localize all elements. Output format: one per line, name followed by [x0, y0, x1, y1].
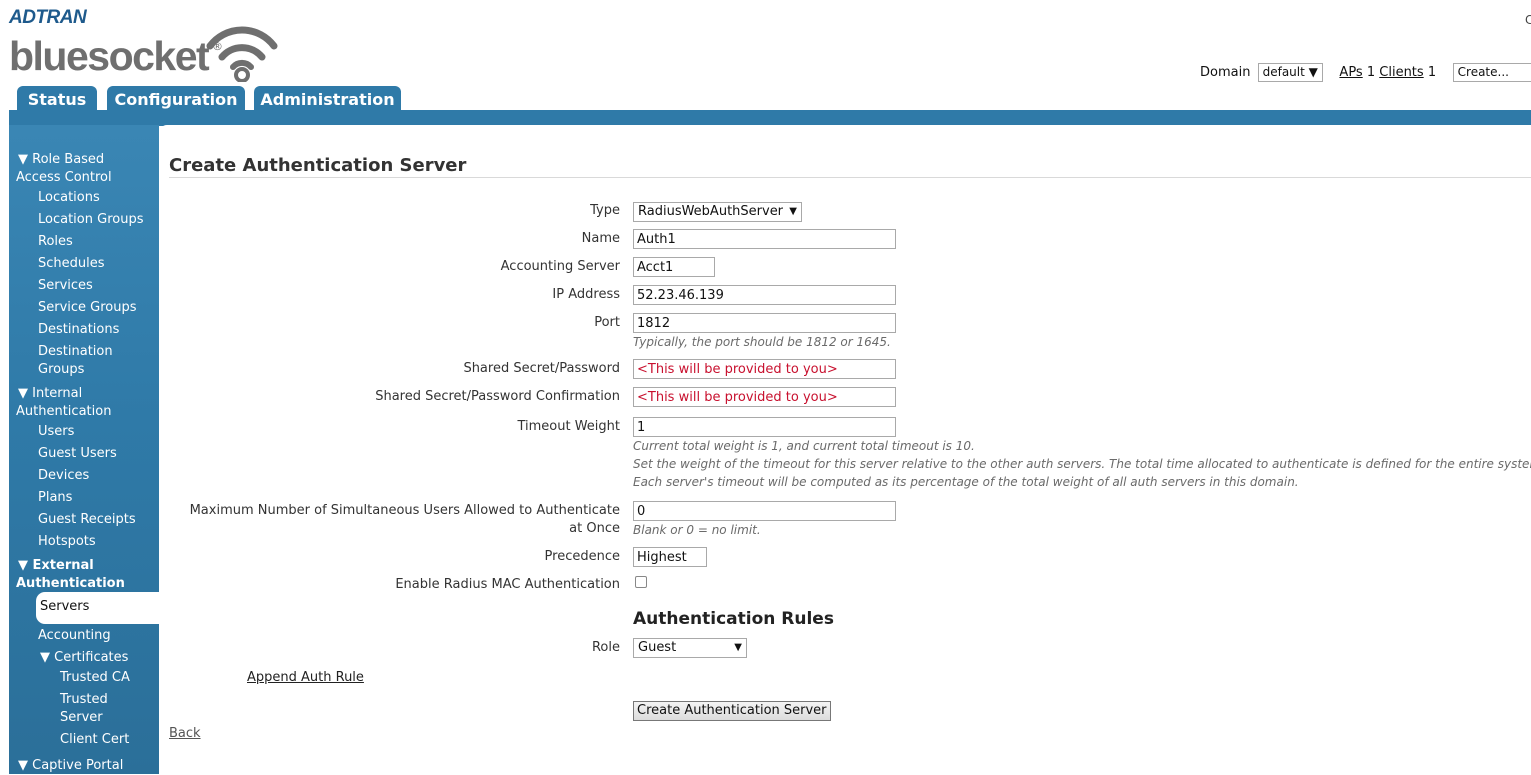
type-label: Type [590, 203, 620, 218]
sidebar-section-external-line2[interactable]: Authentication [16, 575, 125, 593]
sidebar-section-external[interactable]: ▼ External [18, 557, 94, 575]
auth-rules-heading: Authentication Rules [633, 609, 834, 629]
role-label: Role [591, 640, 620, 655]
back-link[interactable]: Back [169, 726, 201, 741]
bluesocket-logo: bluesocket [9, 33, 210, 79]
sidebar-item-destination-groups-line2[interactable]: Groups [38, 361, 84, 379]
brand-logo: ADTRAN bluesocket ® [9, 7, 278, 82]
tab-status[interactable]: Status [17, 86, 97, 111]
radius-mac-auth-checkbox[interactable] [635, 576, 647, 588]
aps-link[interactable]: APs [1339, 65, 1362, 80]
append-auth-rule-link[interactable]: Append Auth Rule [247, 670, 364, 685]
nav-bar [9, 110, 1531, 126]
timeout-hint-1: Current total weight is 1, and current t… [633, 439, 975, 453]
max-users-hint: Blank or 0 = no limit. [633, 523, 761, 537]
max-users-label-line2: at Once [569, 521, 620, 536]
radius-mac-auth-label: Enable Radius MAC Authentication [395, 577, 620, 592]
sidebar-item-guest-users[interactable]: Guest Users [38, 445, 117, 463]
sidebar-item-plans[interactable]: Plans [38, 489, 72, 507]
precedence-select[interactable]: Highest [633, 547, 707, 567]
top-toolbar: Domain default ▼ APs 1 Clients 1 Create.… [1200, 63, 1531, 82]
sidebar-item-location-groups[interactable]: Location Groups [38, 211, 143, 229]
dropdown-arrow-icon: ▼ [789, 206, 797, 217]
ip-address-label: IP Address [552, 287, 620, 302]
sidebar-item-certificates[interactable]: ▼ Certificates [40, 649, 128, 667]
name-label: Name [581, 231, 620, 246]
sidebar-item-trusted-server-line2[interactable]: Server [60, 709, 103, 727]
shared-secret-label: Shared Secret/Password [463, 361, 620, 376]
sidebar-item-trusted-ca[interactable]: Trusted CA [60, 669, 130, 687]
sidebar-item-services[interactable]: Services [38, 277, 93, 295]
page-title: Create Authentication Server [169, 155, 467, 176]
accounting-server-select[interactable]: Acct1 [633, 257, 715, 277]
sidebar-item-hotspots[interactable]: Hotspots [38, 533, 96, 551]
precedence-label: Precedence [544, 549, 620, 564]
edge-text: C [1525, 13, 1531, 27]
sidebar-item-locations[interactable]: Locations [38, 189, 100, 207]
create-auth-server-button[interactable]: Create Authentication Server [633, 701, 831, 721]
sidebar-section-captive-portal[interactable]: ▼ Captive Portal [18, 757, 123, 775]
timeout-hint-3: Each server's timeout will be computed a… [633, 475, 1299, 489]
timeout-weight-label: Timeout Weight [517, 419, 620, 434]
type-select[interactable]: RadiusWebAuthServer ▼ [633, 202, 802, 222]
max-users-label: Maximum Number of Simultaneous Users All… [189, 503, 620, 518]
sidebar-item-client-cert[interactable]: Client Cert [60, 731, 129, 749]
sidebar-item-destinations[interactable]: Destinations [38, 321, 119, 339]
domain-select[interactable]: default ▼ [1257, 63, 1323, 82]
shared-secret-confirm-input[interactable]: <This will be provided to you> [633, 387, 896, 407]
sidebar-item-label: Servers [40, 599, 90, 614]
sidebar-item-guest-receipts[interactable]: Guest Receipts [38, 511, 136, 529]
sidebar-section-internal-line2[interactable]: Authentication [16, 403, 111, 421]
sidebar-item-schedules[interactable]: Schedules [38, 255, 105, 273]
ip-address-input[interactable]: 52.23.46.139 [633, 285, 896, 305]
accounting-server-label: Accounting Server [500, 259, 620, 274]
max-users-input[interactable]: 0 [633, 501, 896, 521]
sidebar-item-accounting[interactable]: Accounting [38, 627, 111, 645]
sidebar-section-rbac[interactable]: ▼ Role Based [18, 151, 104, 169]
title-divider [169, 177, 1531, 178]
dropdown-arrow-icon: ▼ [734, 642, 742, 653]
role-select[interactable]: Guest ▼ [633, 638, 747, 658]
main-content: Create Authentication Server Type Radius… [159, 125, 1531, 774]
sidebar: ▼ Role Based Access Control Locations Lo… [9, 125, 159, 774]
shared-secret-input[interactable]: <This will be provided to you> [633, 359, 896, 379]
sidebar-item-servers[interactable]: Servers [36, 592, 159, 624]
adtran-logo: ADTRAN [9, 7, 87, 28]
name-input[interactable]: Auth1 [633, 229, 896, 249]
tab-administration[interactable]: Administration [254, 86, 401, 111]
clients-link[interactable]: Clients [1379, 65, 1423, 80]
timeout-weight-input[interactable]: 1 [633, 417, 896, 437]
shared-secret-confirm-label: Shared Secret/Password Confirmation [375, 389, 620, 404]
wifi-icon [206, 26, 278, 82]
dropdown-arrow-icon: ▼ [1308, 65, 1318, 79]
aps-count: 1 [1366, 65, 1376, 80]
clients-count: 1 [1427, 65, 1437, 80]
tab-configuration[interactable]: Configuration [107, 86, 245, 111]
port-label: Port [594, 315, 620, 330]
sidebar-section-internal[interactable]: ▼ Internal [18, 385, 82, 403]
port-input[interactable]: 1812 [633, 313, 896, 333]
domain-label: Domain [1200, 65, 1251, 80]
sidebar-item-devices[interactable]: Devices [38, 467, 89, 485]
sidebar-item-trusted-server[interactable]: Trusted [60, 691, 108, 709]
timeout-hint-2: Set the weight of the timeout for this s… [633, 457, 1531, 471]
sidebar-section-rbac-line2[interactable]: Access Control [16, 169, 112, 187]
sidebar-item-destination-groups[interactable]: Destination [38, 343, 113, 361]
sidebar-item-users[interactable]: Users [38, 423, 74, 441]
sidebar-item-service-groups[interactable]: Service Groups [38, 299, 137, 317]
sidebar-item-roles[interactable]: Roles [38, 233, 73, 251]
create-select[interactable]: Create... [1452, 63, 1531, 82]
port-hint: Typically, the port should be 1812 or 16… [633, 335, 891, 349]
